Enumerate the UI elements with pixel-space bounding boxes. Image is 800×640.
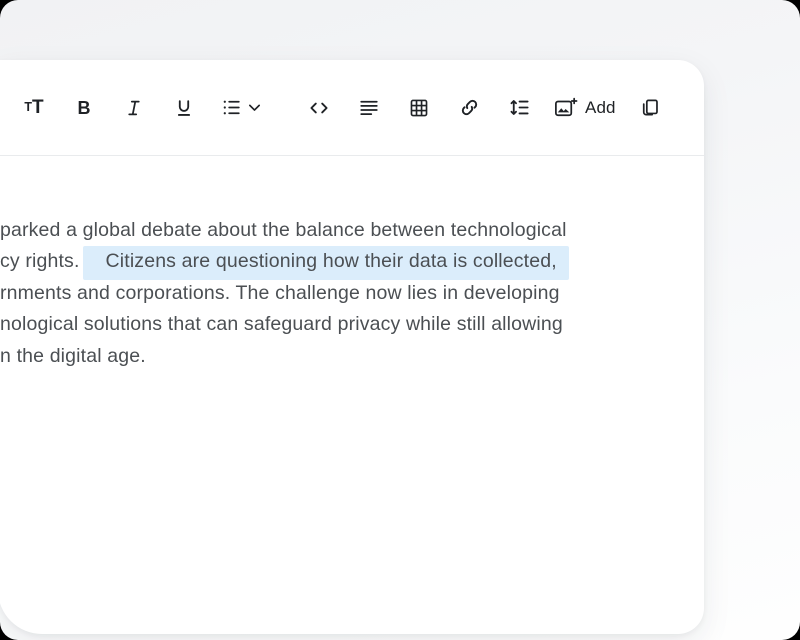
text-size-icon: T bbox=[24, 101, 32, 114]
underline-button[interactable] bbox=[166, 90, 202, 126]
align-button[interactable] bbox=[351, 90, 387, 126]
text-line: n the digital age. bbox=[0, 341, 704, 372]
text-size-button[interactable]: TT bbox=[16, 90, 52, 126]
underline-icon bbox=[173, 97, 195, 119]
copy-icon bbox=[638, 96, 661, 119]
text-line: parked a global debate about the balance… bbox=[0, 215, 704, 246]
text-line: cy rights.Citizens are questioning how t… bbox=[0, 246, 704, 277]
bold-icon: B bbox=[78, 99, 91, 117]
highlighted-text: Citizens are questioning how their data … bbox=[83, 246, 569, 280]
code-icon bbox=[307, 96, 331, 120]
code-button[interactable] bbox=[301, 90, 337, 126]
align-left-icon bbox=[358, 97, 380, 119]
line-spacing-button[interactable] bbox=[501, 90, 537, 126]
table-button[interactable] bbox=[401, 90, 437, 126]
chevron-down-icon bbox=[246, 99, 263, 116]
italic-icon bbox=[123, 97, 145, 119]
link-icon bbox=[458, 96, 481, 119]
screenshot-canvas: TT B bbox=[0, 0, 800, 640]
image-add-icon bbox=[553, 96, 578, 120]
add-image-label: Add bbox=[585, 98, 616, 118]
text-line: rnments and corporations. The challenge … bbox=[0, 278, 704, 309]
editor-content[interactable]: parked a global debate about the balance… bbox=[0, 156, 704, 372]
editor-card: TT B bbox=[0, 60, 704, 634]
italic-button[interactable] bbox=[116, 90, 152, 126]
bullet-list-icon bbox=[220, 96, 243, 119]
text-line: nological solutions that can safeguard p… bbox=[0, 309, 704, 340]
copy-button[interactable] bbox=[632, 90, 668, 126]
bullet-list-button[interactable] bbox=[216, 90, 274, 126]
editor-toolbar: TT B bbox=[0, 60, 704, 156]
link-button[interactable] bbox=[451, 90, 487, 126]
text-before-highlight: cy rights. bbox=[0, 250, 80, 272]
add-image-button[interactable]: Add bbox=[551, 90, 618, 126]
bold-button[interactable]: B bbox=[66, 90, 102, 126]
table-icon bbox=[408, 97, 430, 119]
line-spacing-icon bbox=[508, 96, 531, 119]
